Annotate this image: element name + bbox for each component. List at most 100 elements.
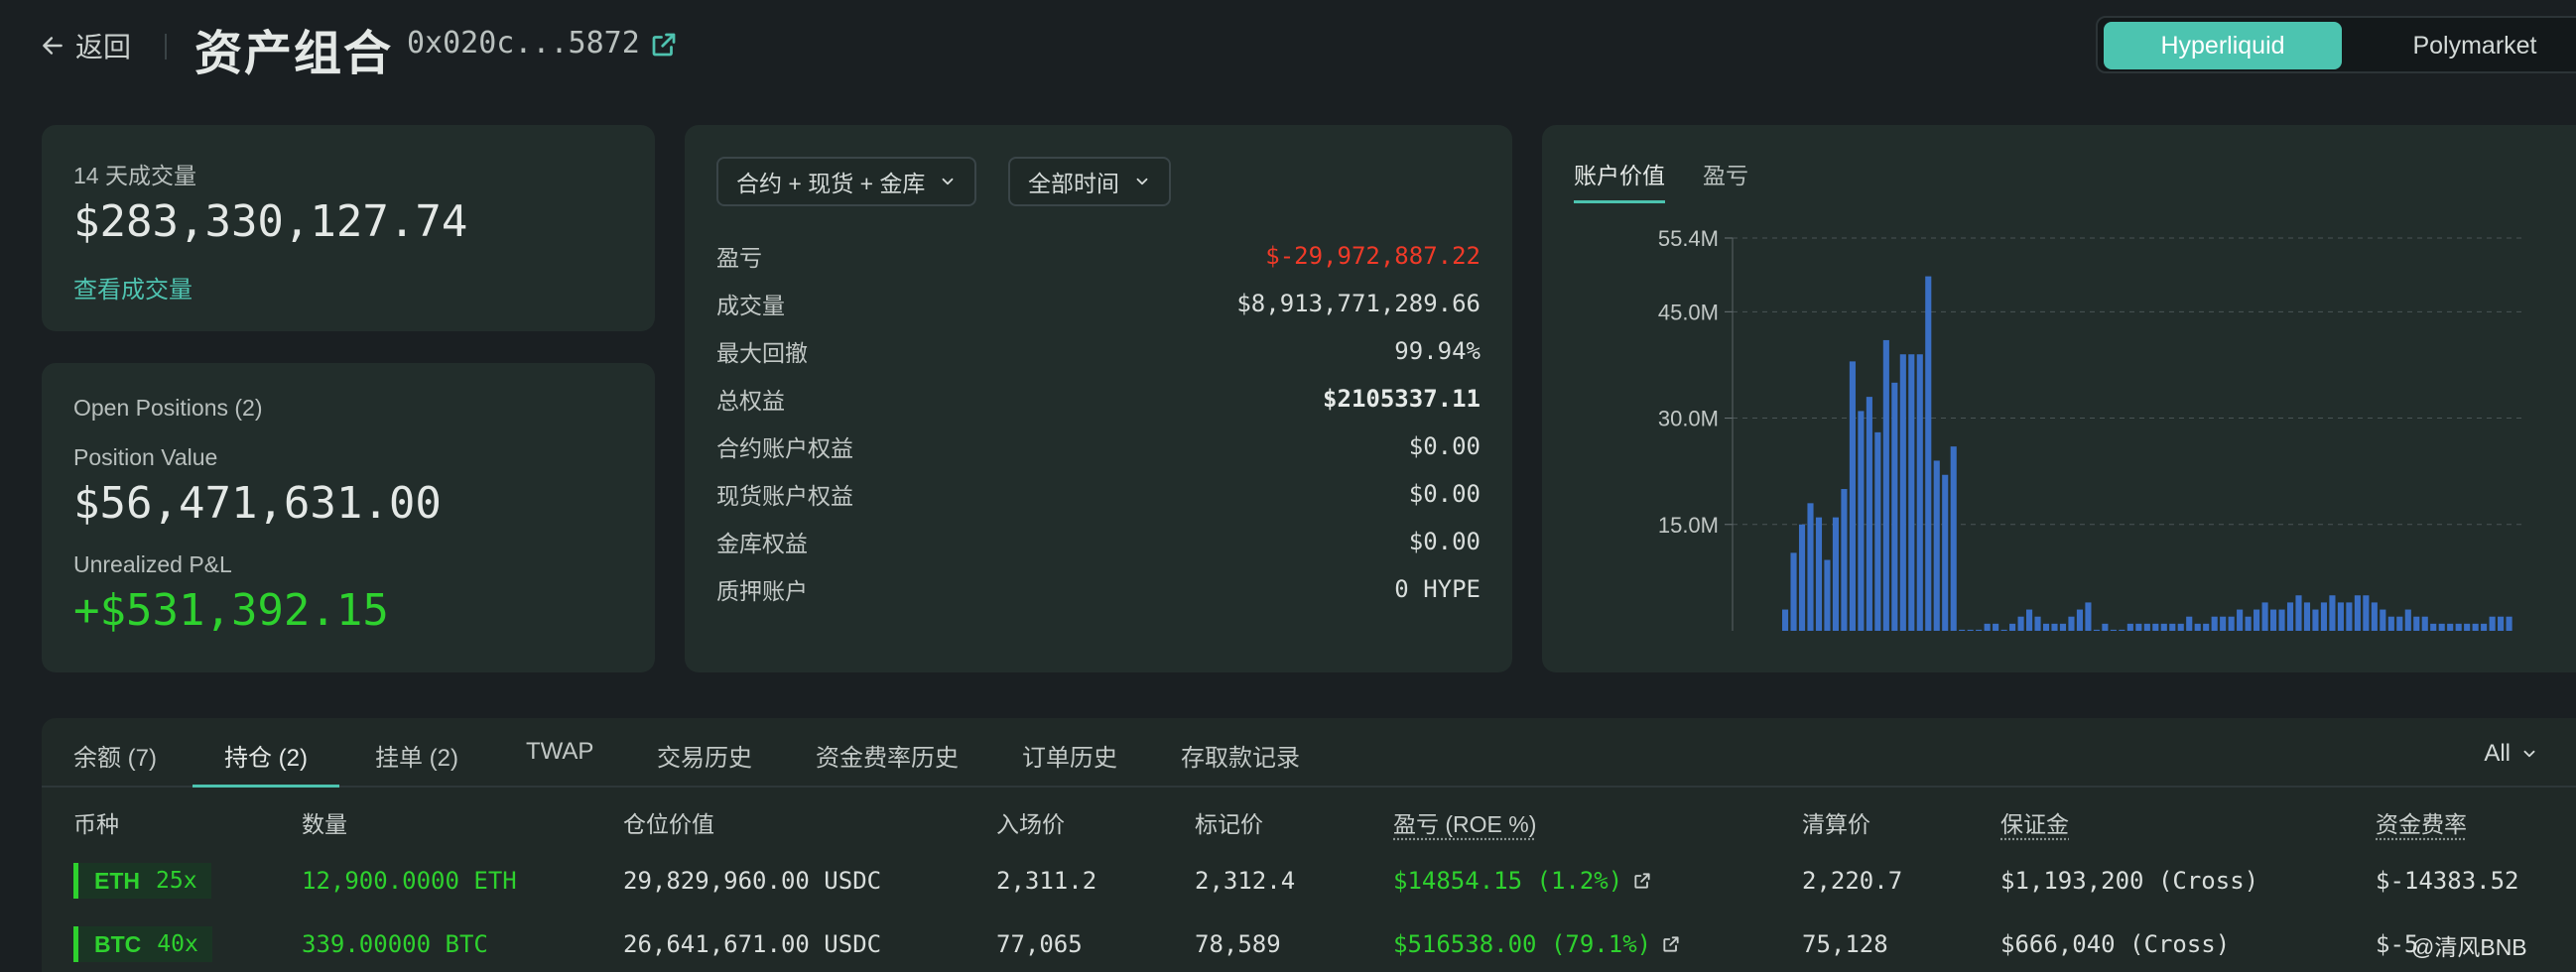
chart-bar[interactable] (2261, 602, 2268, 631)
chart-bar[interactable] (1899, 354, 1906, 631)
chart-bar[interactable] (2371, 602, 2378, 631)
scope-dropdown[interactable]: 合约 + 现货 + 金库 (716, 157, 977, 206)
tab-balances[interactable]: 余额 (7) (73, 738, 157, 788)
toggle-hyperliquid[interactable]: Hyperliquid (2104, 22, 2342, 69)
chart-bar[interactable] (1993, 623, 1999, 631)
chart-bar[interactable] (1976, 629, 1983, 631)
chart-bar[interactable] (2447, 623, 2454, 631)
chart-bar[interactable] (2363, 595, 2370, 631)
chart-bar[interactable] (1815, 517, 1823, 631)
coin-badge[interactable]: ETH 25x (73, 863, 211, 899)
chart-bar[interactable] (2404, 609, 2411, 631)
chart-bar[interactable] (2126, 623, 2133, 631)
chart-bar[interactable] (2354, 595, 2361, 631)
chart-bar[interactable] (1959, 629, 1966, 631)
col-funding[interactable]: 资金费率 (2376, 805, 2467, 839)
chart-bar[interactable] (2042, 623, 2050, 631)
chart-bar[interactable] (2270, 609, 2277, 631)
chart-bar[interactable] (2472, 623, 2479, 631)
chart-bar[interactable] (2110, 629, 2117, 631)
chart-bar[interactable] (2387, 616, 2394, 631)
chart-bar[interactable] (2455, 623, 2462, 631)
chart-bar[interactable] (2076, 609, 2084, 631)
chart-bar[interactable] (2009, 623, 2016, 631)
chart-bar[interactable] (1925, 276, 1932, 631)
chart-bar[interactable] (2068, 616, 2075, 631)
chart-bar[interactable] (2498, 616, 2505, 631)
chart-bar[interactable] (2320, 602, 2328, 631)
chart-bar[interactable] (2254, 609, 2260, 631)
chart-bar[interactable] (2295, 595, 2302, 631)
chart-bar[interactable] (2481, 623, 2488, 631)
chart-bar[interactable] (1858, 411, 1865, 631)
chart-bar[interactable] (2093, 629, 2100, 631)
chart-bar[interactable] (1950, 446, 1957, 631)
chart-bar[interactable] (1807, 503, 1814, 631)
chart-bar[interactable] (2220, 616, 2227, 631)
chart-bar[interactable] (2143, 623, 2150, 631)
chart-bar[interactable] (1942, 474, 1949, 631)
chart-bar[interactable] (1790, 552, 1797, 631)
view-volume-link[interactable]: 查看成交量 (73, 270, 193, 304)
coin-badge[interactable]: BTC 40x (73, 926, 212, 962)
chart-bar[interactable] (2337, 602, 2344, 631)
chart-bar[interactable] (2026, 609, 2033, 631)
chart-bar[interactable] (1849, 361, 1856, 631)
tab-order-history[interactable]: 订单历史 (1022, 738, 1117, 788)
chart-bar[interactable] (1933, 460, 1940, 631)
chart-bar[interactable] (1984, 623, 1991, 631)
chart-bar[interactable] (2211, 616, 2218, 631)
chart-bar[interactable] (2085, 602, 2092, 631)
chart-bar[interactable] (2278, 609, 2285, 631)
chart-bar[interactable] (1832, 517, 1840, 631)
chart-bar[interactable] (2177, 623, 2184, 631)
external-link-icon[interactable] (649, 30, 679, 60)
chart-bar[interactable] (2228, 616, 2235, 631)
col-pnl[interactable]: 盈亏 (ROE %) (1393, 805, 1536, 839)
tab-trade-history[interactable]: 交易历史 (657, 738, 752, 788)
chart-bar[interactable] (2421, 616, 2428, 631)
toggle-polymarket[interactable]: Polymarket (2356, 22, 2576, 69)
cell-pnl[interactable]: $14854.15 (1.2%) (1393, 867, 1652, 895)
chart-bar[interactable] (1891, 382, 1898, 631)
chart-bar[interactable] (2203, 623, 2210, 631)
chart-bar[interactable] (2396, 616, 2403, 631)
chart-bar[interactable] (1782, 609, 1789, 631)
tab-positions[interactable]: 持仓 (2) (193, 738, 339, 788)
chart-bar[interactable] (1866, 397, 1872, 631)
chart-bar[interactable] (1841, 489, 1848, 631)
chart-bar[interactable] (2329, 595, 2336, 631)
chart-bar[interactable] (2102, 623, 2109, 631)
cell-pnl[interactable]: $516538.00 (79.1%) (1393, 930, 1681, 958)
chart-bar[interactable] (2237, 609, 2244, 631)
chart-bar[interactable] (2152, 623, 2159, 631)
tab-pnl[interactable]: 盈亏 (1703, 157, 1748, 200)
chart-bar[interactable] (2051, 623, 2058, 631)
chart-bar[interactable] (2034, 616, 2041, 631)
back-button[interactable]: 返回 (40, 28, 131, 63)
chart-bar[interactable] (2438, 623, 2445, 631)
chart-bar[interactable] (2413, 616, 2420, 631)
time-dropdown[interactable]: 全部时间 (1008, 157, 1171, 206)
tab-open-orders[interactable]: 挂单 (2) (375, 738, 458, 788)
chart-bar[interactable] (1916, 354, 1923, 631)
chart-bar[interactable] (2245, 616, 2252, 631)
tab-account-value[interactable]: 账户价值 (1574, 157, 1665, 203)
chart-bar[interactable] (2312, 609, 2319, 631)
chart-bar[interactable] (1882, 339, 1889, 631)
chart-bar[interactable] (1824, 559, 1831, 631)
chart-bar[interactable] (1967, 629, 1974, 631)
chart-bar[interactable] (2169, 623, 2176, 631)
chart-bar[interactable] (2464, 623, 2471, 631)
chart-bar[interactable] (2000, 629, 2007, 631)
chart-bar[interactable] (2194, 623, 2201, 631)
chart-bar[interactable] (2430, 623, 2437, 631)
col-margin[interactable]: 保证金 (2000, 805, 2069, 839)
chart-bar[interactable] (2346, 602, 2353, 631)
chart-bar[interactable] (2286, 602, 2294, 631)
filter-dropdown[interactable]: All (2484, 740, 2538, 768)
chart-bar[interactable] (2303, 602, 2311, 631)
chart-bar[interactable] (2489, 616, 2496, 631)
tab-funding-history[interactable]: 资金费率历史 (816, 738, 959, 788)
chart-bar[interactable] (2017, 616, 2024, 631)
